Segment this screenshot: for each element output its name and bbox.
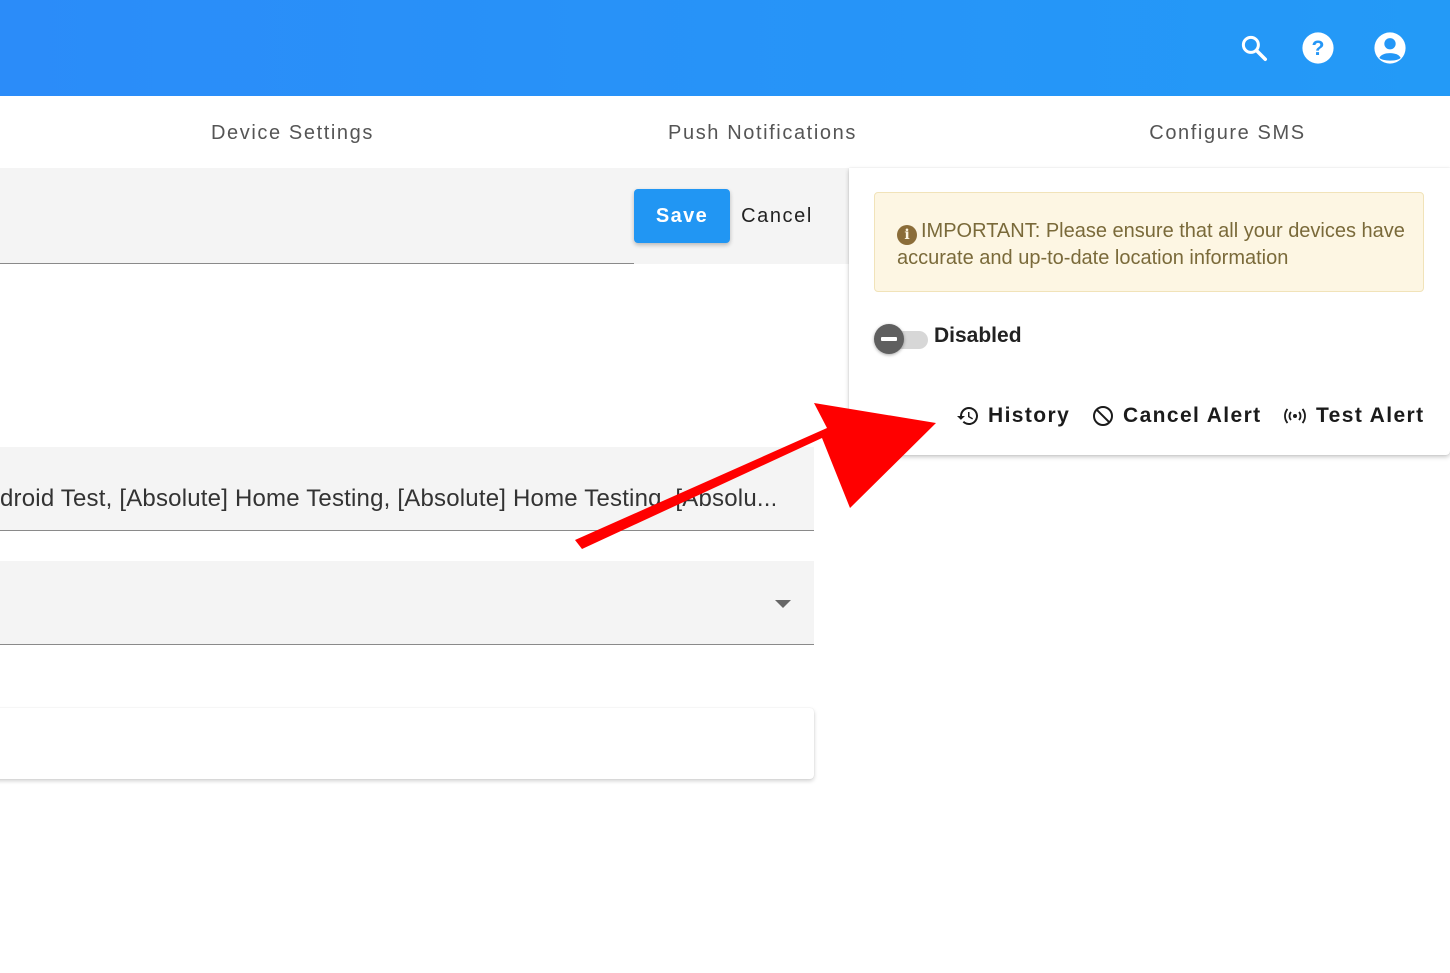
account-icon[interactable]	[1370, 28, 1410, 68]
devices-field-value: droid Test, [Absolute] Home Testing, [Ab…	[0, 485, 775, 512]
history-icon	[957, 407, 978, 425]
cancel-alert-label: Cancel Alert	[1123, 404, 1262, 427]
tab-push-notifications[interactable]: Push Notifications	[620, 96, 905, 168]
select-field[interactable]	[0, 561, 814, 645]
help-icon[interactable]: ?	[1298, 28, 1338, 68]
history-label: History	[988, 404, 1071, 427]
content-card	[0, 708, 814, 779]
broadcast-icon	[1284, 408, 1306, 424]
test-alert-button[interactable]: Test Alert	[1282, 396, 1425, 436]
tab-bar: Device Settings Push Notifications Confi…	[0, 96, 1450, 168]
info-icon: i	[897, 225, 917, 245]
alert-toggle[interactable]	[874, 323, 928, 355]
dropdown-arrow-icon[interactable]	[775, 600, 791, 608]
test-alert-label: Test Alert	[1316, 404, 1425, 427]
block-icon	[1093, 406, 1113, 426]
app-bar: ?	[0, 0, 1450, 96]
name-field-underline	[0, 263, 634, 264]
important-notice: i IMPORTANT: Please ensure that all your …	[874, 192, 1424, 292]
history-button[interactable]: History	[956, 396, 1070, 436]
svg-text:?: ?	[1312, 36, 1325, 60]
cancel-alert-button[interactable]: Cancel Alert	[1091, 396, 1262, 436]
notice-text: IMPORTANT: Please ensure that all your d…	[897, 220, 1405, 269]
search-icon[interactable]	[1234, 28, 1274, 68]
tab-device-settings[interactable]: Device Settings	[150, 96, 435, 168]
save-button[interactable]: Save	[634, 189, 730, 243]
toggle-knob-icon	[874, 324, 904, 354]
cancel-button[interactable]: Cancel	[732, 189, 822, 243]
tab-configure-sms[interactable]: Configure SMS	[1085, 96, 1370, 168]
toggle-label: Disabled	[934, 324, 1022, 347]
devices-field[interactable]: droid Test, [Absolute] Home Testing, [Ab…	[0, 447, 814, 531]
